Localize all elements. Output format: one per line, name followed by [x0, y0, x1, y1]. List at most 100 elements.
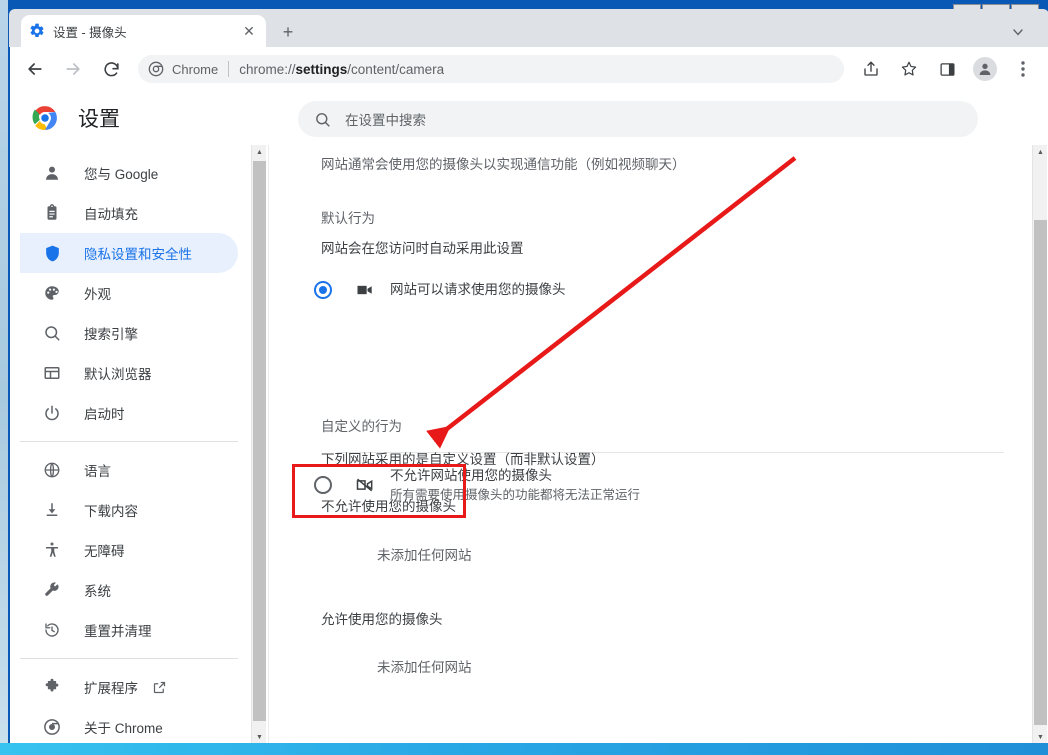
scroll-up-arrow[interactable]: ▲: [1033, 145, 1048, 159]
sidebar-item-label: 系统: [84, 584, 111, 599]
toolbar-right-icons: [852, 54, 1042, 84]
reload-icon[interactable]: [96, 54, 126, 84]
settings-header: 设置 在设置中搜索: [10, 91, 1048, 145]
sidebar-item-on-startup[interactable]: 启动时: [20, 393, 238, 433]
download-icon: [42, 500, 62, 520]
sidebar-item-label: 默认浏览器: [84, 367, 152, 382]
close-tab-button[interactable]: ✕: [240, 22, 258, 40]
scroll-up-arrow[interactable]: ▲: [252, 145, 267, 159]
content-scrollbar[interactable]: ▲ ▼: [1032, 145, 1047, 744]
sidebar-item-label: 隐私设置和安全性: [84, 247, 192, 262]
omnibox-separator: [228, 61, 230, 77]
default-behavior-subtitle: 网站会在您访问时自动采用此设置: [321, 241, 524, 256]
power-icon: [42, 403, 62, 423]
sidebar-item-label: 重置并清理: [84, 624, 152, 639]
sidebar-item-label: 搜索引擎: [84, 327, 138, 342]
wrench-icon: [42, 580, 62, 600]
restore-icon: [42, 620, 62, 640]
url-prefix: chrome://: [239, 61, 296, 77]
sidebar-item-label: 无障碍: [84, 544, 125, 559]
chrome-logo-icon: [32, 105, 58, 131]
scrollbar-thumb[interactable]: [253, 161, 266, 721]
scrollbar-thumb[interactable]: [1034, 220, 1047, 725]
settings-sidebar: 您与 Google 自动填充 隐私设置和安全性 外观 搜索引擎 默认浏览器 启动…: [20, 145, 250, 744]
sidebar-item-default-browser[interactable]: 默认浏览器: [20, 353, 238, 393]
sidebar-item-languages[interactable]: 语言: [20, 450, 238, 490]
side-panel-icon[interactable]: [932, 54, 962, 84]
settings-body: 您与 Google 自动填充 隐私设置和安全性 外观 搜索引擎 默认浏览器 启动…: [10, 145, 1048, 744]
browser-window-icon: [42, 363, 62, 383]
search-icon: [314, 111, 331, 128]
chrome-icon: [148, 61, 164, 77]
browser-window: 设置 - 摄像头 ✕ + Chrome chrome://settings/co…: [8, 0, 1048, 745]
block-list-empty: 未添加任何网站: [377, 548, 472, 563]
person-icon: [42, 163, 62, 183]
avatar[interactable]: [970, 54, 1000, 84]
address-bar[interactable]: Chrome chrome://settings/content/camera: [138, 55, 844, 83]
default-behavior-title: 默认行为: [321, 211, 375, 226]
sidebar-item-about-chrome[interactable]: 关于 Chrome: [20, 707, 238, 744]
page-title: 设置: [78, 108, 120, 131]
sidebar-item-search-engine[interactable]: 搜索引擎: [20, 313, 238, 353]
browser-tab[interactable]: 设置 - 摄像头 ✕: [21, 15, 266, 47]
search-icon: [42, 323, 62, 343]
omnibox-url: chrome://settings/content/camera: [239, 62, 444, 77]
clipboard-icon: [42, 203, 62, 223]
taskbar: [0, 743, 1048, 755]
sidebar-divider-1: [20, 441, 238, 442]
allow-list-title: 允许使用您的摄像头: [321, 612, 443, 627]
sidebar-item-reset-and-cleanup[interactable]: 重置并清理: [20, 610, 238, 650]
browser-toolbar: Chrome chrome://settings/content/camera: [10, 47, 1048, 91]
sidebar-item-label: 启动时: [84, 407, 125, 422]
sidebar-item-you-and-google[interactable]: 您与 Google: [20, 153, 238, 193]
settings-page: 设置 在设置中搜索 您与 Google 自动填充 隐私设置和安全性 外观 搜索引…: [10, 91, 1048, 744]
sidebar-group-1: 您与 Google 自动填充 隐私设置和安全性 外观 搜索引擎 默认浏览器 启动…: [20, 145, 250, 433]
radio-button-allow[interactable]: [314, 281, 332, 299]
sidebar-item-label: 您与 Google: [84, 167, 159, 182]
settings-gear-icon: [29, 23, 45, 39]
palette-icon: [42, 283, 62, 303]
sidebar-item-accessibility[interactable]: 无障碍: [20, 530, 238, 570]
sidebar-item-downloads[interactable]: 下载内容: [20, 490, 238, 530]
sidebar-group-2: 语言 下载内容 无障碍 系统 重置并清理: [20, 450, 250, 650]
sidebar-item-label: 外观: [84, 287, 111, 302]
camera-icon: [354, 279, 376, 301]
new-tab-button[interactable]: +: [277, 21, 299, 43]
scroll-down-arrow[interactable]: ▼: [1033, 730, 1048, 744]
tab-title: 设置 - 摄像头: [53, 25, 127, 40]
external-link-icon: [152, 680, 167, 695]
share-icon[interactable]: [856, 54, 886, 84]
sidebar-group-3: 扩展程序 关于 Chrome: [20, 667, 250, 744]
chevron-down-icon[interactable]: [1007, 21, 1029, 43]
tab-strip: 设置 - 摄像头 ✕ +: [9, 9, 1048, 47]
search-placeholder: 在设置中搜索: [345, 113, 426, 128]
sidebar-item-label: 下载内容: [84, 504, 138, 519]
camera-description: 网站通常会使用您的摄像头以实现通信功能（例如视频聊天）: [321, 157, 686, 172]
sidebar-divider-2: [20, 658, 238, 659]
sidebar-item-privacy-and-security[interactable]: 隐私设置和安全性: [20, 233, 238, 273]
forward-arrow-icon[interactable]: [58, 54, 88, 84]
puzzle-icon: [42, 677, 62, 697]
chrome-outline-icon: [42, 717, 62, 737]
star-icon[interactable]: [894, 54, 924, 84]
omnibox-scheme-label: Chrome: [172, 61, 219, 77]
allow-list-empty: 未添加任何网站: [377, 660, 472, 675]
back-arrow-icon[interactable]: [20, 54, 50, 84]
url-bold-part: settings: [295, 61, 348, 77]
custom-behavior-title: 自定义的行为: [321, 419, 402, 434]
camera-settings-content: 网站通常会使用您的摄像头以实现通信功能（例如视频聊天） 默认行为 网站会在您访问…: [268, 145, 1033, 744]
accessibility-icon: [42, 540, 62, 560]
sidebar-item-extensions[interactable]: 扩展程序: [20, 667, 238, 707]
three-dot-menu-icon[interactable]: [1008, 54, 1038, 84]
annotation-rectangle: [292, 464, 466, 518]
sidebar-scrollbar[interactable]: ▲ ▼: [251, 145, 266, 744]
url-suffix: /content/camera: [347, 61, 445, 77]
sidebar-item-label: 自动填充: [84, 207, 138, 222]
radio-option-allow[interactable]: 网站可以请求使用您的摄像头: [314, 267, 1004, 313]
sidebar-item-system[interactable]: 系统: [20, 570, 238, 610]
sidebar-item-label: 语言: [84, 464, 111, 479]
search-input[interactable]: 在设置中搜索: [298, 101, 978, 137]
sidebar-item-appearance[interactable]: 外观: [20, 273, 238, 313]
sidebar-item-autofill[interactable]: 自动填充: [20, 193, 238, 233]
scroll-down-arrow[interactable]: ▼: [252, 730, 267, 744]
